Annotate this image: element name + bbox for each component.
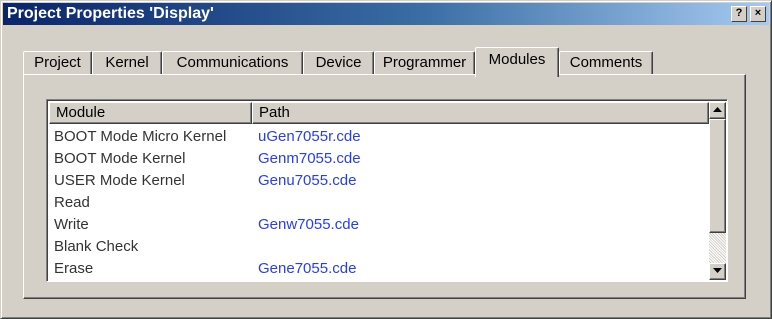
list-item[interactable]: Read <box>54 192 704 214</box>
list-item[interactable]: BOOT Mode Kernel Genm7055.cde <box>54 148 704 170</box>
module-path: Genu7055.cde <box>258 172 357 189</box>
project-properties-dialog: Project Properties 'Display' ? × Project… <box>0 0 772 319</box>
module-path: Gene7055.cde <box>258 260 357 277</box>
tab-device[interactable]: Device <box>303 51 374 75</box>
scroll-down-button[interactable] <box>709 263 726 280</box>
module-path: uGen7055r.cde <box>258 128 361 145</box>
column-header-module[interactable]: Module <box>49 102 252 124</box>
list-item[interactable]: Blank Check <box>54 236 704 258</box>
title-bar[interactable]: Project Properties 'Display' ? × <box>3 3 769 25</box>
module-name: Write <box>54 216 89 233</box>
scroll-up-button[interactable] <box>709 102 726 119</box>
tab-modules[interactable]: Modules <box>475 47 559 77</box>
close-button[interactable]: × <box>750 6 766 22</box>
modules-tab-panel: Module Path BOOT Mode Micro Kernel uGen7… <box>23 74 746 299</box>
vertical-scrollbar[interactable] <box>709 102 726 280</box>
triangle-up-icon <box>713 107 722 112</box>
scroll-thumb[interactable] <box>709 119 726 233</box>
module-path: Genw7055.cde <box>258 216 359 233</box>
module-name: BOOT Mode Micro Kernel <box>54 128 227 145</box>
tab-communications[interactable]: Communications <box>162 51 303 75</box>
list-item[interactable]: USER Mode Kernel Genu7055.cde <box>54 170 704 192</box>
tab-comments[interactable]: Comments <box>559 51 653 75</box>
list-item[interactable]: Erase Gene7055.cde <box>54 258 704 280</box>
module-name: Erase <box>54 260 94 277</box>
list-item[interactable]: BOOT Mode Micro Kernel uGen7055r.cde <box>54 126 704 148</box>
column-header-path[interactable]: Path <box>252 102 709 124</box>
tab-project[interactable]: Project <box>23 51 92 75</box>
module-name: BOOT Mode Kernel <box>54 150 186 167</box>
tab-kernel[interactable]: Kernel <box>92 51 162 75</box>
module-path: Genm7055.cde <box>258 150 361 167</box>
list-rows: BOOT Mode Micro Kernel uGen7055r.cde BOO… <box>54 126 704 280</box>
module-name: Read <box>54 194 90 211</box>
help-button[interactable]: ? <box>731 6 747 22</box>
window-title: Project Properties 'Display' <box>7 5 214 22</box>
list-item[interactable]: Write Genw7055.cde <box>54 214 704 236</box>
tab-programmer[interactable]: Programmer <box>374 51 475 75</box>
triangle-down-icon <box>713 268 722 273</box>
module-name: Blank Check <box>54 238 139 255</box>
modules-list[interactable]: Module Path BOOT Mode Micro Kernel uGen7… <box>46 99 728 282</box>
list-header: Module Path <box>49 102 709 124</box>
module-name: USER Mode Kernel <box>54 172 185 189</box>
